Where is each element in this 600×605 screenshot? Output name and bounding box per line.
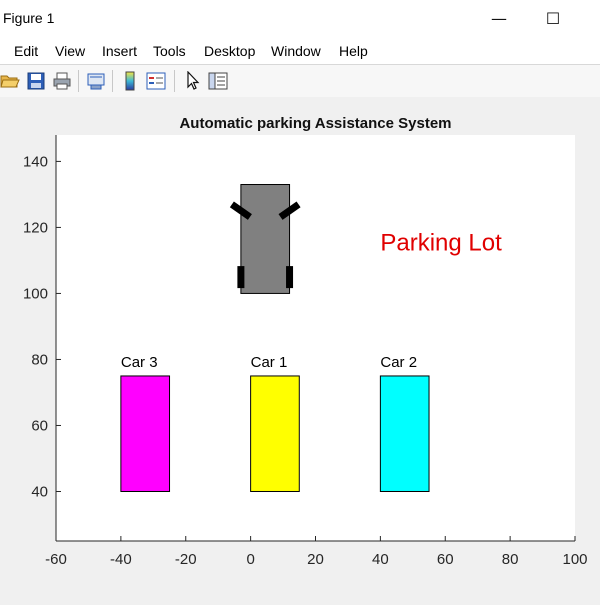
pointer-icon[interactable] bbox=[183, 71, 203, 91]
y-tick-label: 120 bbox=[23, 219, 48, 236]
save-icon[interactable] bbox=[26, 71, 46, 91]
minimize-icon: — bbox=[491, 8, 507, 28]
moving-car bbox=[229, 184, 301, 294]
figure-toolbar bbox=[0, 64, 600, 98]
maximize-icon: ☐ bbox=[545, 8, 561, 28]
x-tick-label: 20 bbox=[307, 551, 324, 568]
figure-area: Automatic parking Assistance System -60 -… bbox=[0, 97, 600, 600]
y-tick-label: 80 bbox=[31, 351, 48, 368]
maximize-button[interactable]: ☐ bbox=[530, 4, 576, 32]
parked-car-label: Car 2 bbox=[380, 354, 417, 371]
print-preview-icon[interactable] bbox=[86, 71, 106, 91]
menu-view[interactable]: View bbox=[55, 43, 85, 59]
parked-car bbox=[379, 375, 430, 492]
y-tick-label: 100 bbox=[23, 285, 48, 302]
colorbar-icon[interactable] bbox=[120, 71, 140, 91]
menu-desktop[interactable]: Desktop bbox=[204, 43, 255, 59]
x-tick-label: 0 bbox=[246, 551, 254, 568]
menu-bar: Edit View Insert Tools Desktop Window He… bbox=[0, 38, 600, 64]
chart-title: Automatic parking Assistance System bbox=[179, 115, 451, 132]
menu-window[interactable]: Window bbox=[271, 43, 321, 59]
parking-lot-label: Parking Lot bbox=[380, 230, 502, 257]
window-title: Figure 1 bbox=[3, 10, 55, 26]
y-tick-label: 140 bbox=[23, 153, 48, 170]
minimize-button[interactable]: — bbox=[476, 4, 522, 32]
window-titlebar: Figure 1 — ☐ bbox=[0, 0, 600, 38]
x-tick-label: 80 bbox=[502, 551, 519, 568]
rear-wheel bbox=[286, 266, 294, 289]
menu-tools[interactable]: Tools bbox=[153, 43, 186, 59]
menu-help[interactable]: Help bbox=[339, 43, 368, 59]
toolbar-separator bbox=[174, 70, 175, 92]
property-inspector-icon[interactable] bbox=[208, 71, 228, 91]
x-tick-label: -60 bbox=[45, 551, 67, 568]
open-folder-icon[interactable] bbox=[0, 71, 20, 91]
menu-insert[interactable]: Insert bbox=[102, 43, 137, 59]
x-tick-label: 60 bbox=[437, 551, 454, 568]
toolbar-separator bbox=[112, 70, 113, 92]
moving-car-body bbox=[240, 184, 291, 294]
parked-car-label: Car 3 bbox=[121, 354, 158, 371]
parked-car bbox=[120, 375, 171, 492]
rear-wheel bbox=[237, 266, 245, 289]
toolbar-separator bbox=[78, 70, 79, 92]
x-tick-label: -40 bbox=[110, 551, 132, 568]
chart-svg: Automatic parking Assistance System -60 -… bbox=[23, 115, 588, 568]
x-tick-label: 100 bbox=[562, 551, 587, 568]
menu-edit[interactable]: Edit bbox=[14, 43, 38, 59]
y-tick-label: 60 bbox=[31, 417, 48, 434]
x-tick-label: -20 bbox=[175, 551, 197, 568]
parked-car bbox=[250, 375, 300, 492]
parked-car-label: Car 1 bbox=[251, 354, 288, 371]
y-tick-label: 40 bbox=[31, 483, 48, 500]
x-tick-label: 40 bbox=[372, 551, 389, 568]
legend-icon[interactable] bbox=[146, 71, 166, 91]
print-icon[interactable] bbox=[52, 71, 72, 91]
